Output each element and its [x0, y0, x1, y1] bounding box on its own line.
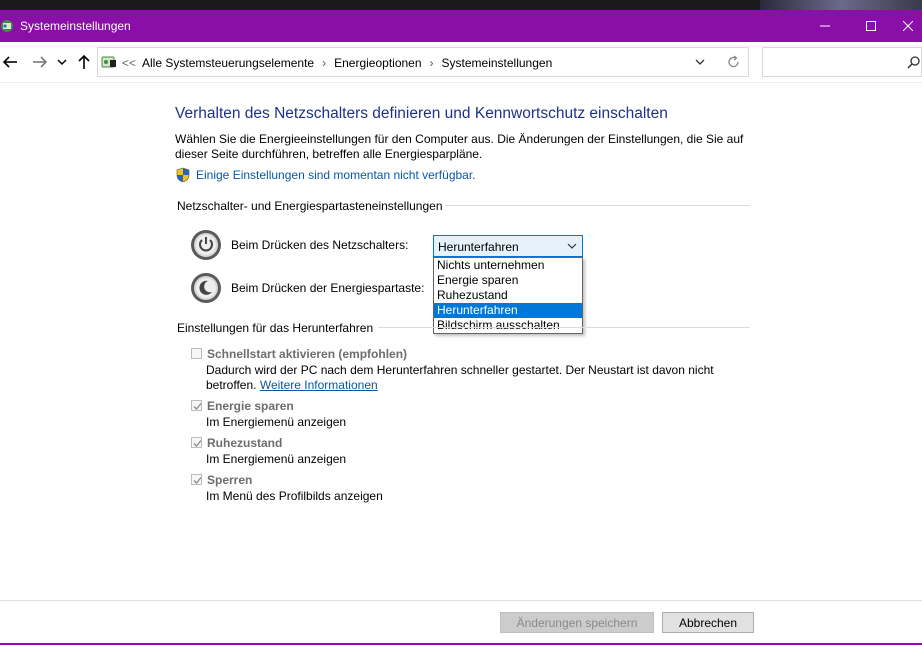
breadcrumb-item[interactable]: Energieoptionen [334, 56, 421, 70]
arrow-right-icon [33, 56, 48, 68]
sleep-label: Energie sparen [207, 399, 294, 413]
address-history-button[interactable] [694, 54, 708, 70]
breadcrumb-item[interactable]: Systemeinstellungen [442, 56, 553, 70]
page-title: Verhalten des Netzschalters definieren u… [175, 105, 668, 122]
checkmark-icon [193, 477, 202, 484]
chevron-down-icon [57, 59, 67, 66]
lock-description: Im Menü des Profilbilds anzeigen [206, 489, 383, 503]
power-button-action-options: Nichts unternehmen Energie sparen Ruhezu… [433, 257, 583, 334]
back-button[interactable] [0, 52, 20, 72]
hibernate-checkbox[interactable] [191, 437, 202, 448]
breadcrumb-separator[interactable]: › [322, 56, 326, 70]
minimize-icon [820, 25, 830, 27]
sleep-button-label: Beim Drücken der Energiespartaste: [231, 281, 425, 295]
close-button[interactable] [894, 10, 922, 42]
sleep-description: Im Energiemenü anzeigen [206, 415, 347, 429]
sleep-button-setting: Beim Drücken der Energiespartaste: [190, 272, 424, 304]
uac-shield-icon [175, 167, 191, 183]
lock-checkbox[interactable] [191, 474, 202, 485]
dropdown-option[interactable]: Energie sparen [434, 273, 582, 288]
breadcrumb-item[interactable]: Alle Systemsteuerungselemente [142, 56, 314, 70]
hibernate-label: Ruhezustand [207, 436, 283, 450]
chevron-down-icon [695, 59, 705, 65]
dropdown-option-selected[interactable]: Herunterfahren [434, 303, 582, 318]
sleep-button-icon [190, 272, 222, 304]
save-changes-button[interactable]: Änderungen speichern [500, 612, 654, 633]
recent-locations-button[interactable] [54, 52, 70, 72]
main-content: Verhalten des Netzschalters definieren u… [0, 83, 922, 600]
dropdown-option[interactable]: Nichts unternehmen [434, 258, 582, 273]
checkmark-icon [193, 440, 202, 447]
power-button-label: Beim Drücken des Netzschalters: [231, 238, 409, 252]
breadcrumb-separator[interactable]: › [430, 56, 434, 70]
arrow-left-icon [2, 56, 17, 68]
search-input[interactable] [763, 48, 905, 74]
title-bar[interactable]: Systemeinstellungen [0, 10, 922, 42]
window-title: Systemeinstellungen [20, 19, 131, 33]
sleep-checkbox[interactable] [191, 400, 202, 411]
arrow-up-icon [78, 54, 90, 69]
power-button-action-select[interactable]: Herunterfahren [433, 235, 583, 257]
unavailable-settings-link-text[interactable]: Einige Einstellungen sind momentan nicht… [196, 168, 476, 182]
maximize-icon [866, 21, 876, 31]
navigation-bar: << Alle Systemsteuerungselemente › Energieo… [0, 42, 922, 83]
forward-button[interactable] [30, 52, 50, 72]
checkmark-icon [193, 403, 202, 410]
up-button[interactable] [74, 52, 94, 72]
fast-startup-label: Schnellstart aktivieren (empfohlen) [207, 347, 408, 361]
fast-startup-checkbox[interactable] [191, 348, 202, 359]
fast-startup-desc-line: Dadurch wird der PC nach dem Herunterfah… [206, 363, 714, 377]
power-group-label: Netzschalter- und Energiespartasteneinst… [177, 199, 443, 213]
unavailable-settings-link[interactable]: Einige Einstellungen sind momentan nicht… [175, 167, 476, 183]
desktop-strip [0, 0, 922, 10]
dropdown-option[interactable]: Bildschirm ausschalten [434, 318, 582, 333]
description-line: Wählen Sie die Energieeinstellungen für … [175, 132, 744, 146]
close-icon [903, 21, 913, 31]
hibernate-description: Im Energiemenü anzeigen [206, 452, 347, 466]
footer-divider [0, 600, 922, 601]
lock-label: Sperren [207, 473, 253, 487]
breadcrumb-overflow[interactable]: << [122, 56, 136, 70]
fast-startup-desc-text: betroffen. [206, 378, 257, 392]
desktop-strip-highlight [760, 0, 922, 10]
control-panel-icon [101, 54, 117, 70]
group-divider [445, 205, 750, 206]
breadcrumb: << Alle Systemsteuerungselemente › Energieo… [122, 56, 552, 70]
search-icon[interactable] [907, 55, 921, 69]
cancel-button[interactable]: Abbrechen [662, 612, 754, 633]
page-description: Wählen Sie die Energieeinstellungen für … [175, 132, 755, 162]
maximize-button[interactable] [848, 10, 894, 42]
chevron-down-icon [567, 243, 577, 249]
control-panel-icon [0, 19, 14, 33]
refresh-button[interactable] [726, 54, 742, 70]
fast-startup-desc-line-2: betroffen. Weitere Informationen [206, 378, 714, 393]
group-divider [378, 327, 750, 328]
description-line: dieser Seite durchführen, betreffen alle… [175, 147, 483, 161]
power-button-setting: Beim Drücken des Netzschalters: [190, 229, 408, 261]
refresh-icon [728, 55, 739, 68]
fast-startup-description: Dadurch wird der PC nach dem Herunterfah… [206, 363, 714, 393]
shutdown-group-label: Einstellungen für das Herunterfahren [177, 321, 374, 335]
search-box[interactable] [762, 47, 922, 77]
power-button-action-value: Herunterfahren [438, 240, 519, 254]
power-button-icon [190, 229, 222, 261]
minimize-button[interactable] [802, 10, 848, 42]
dropdown-option[interactable]: Ruhezustand [434, 288, 582, 303]
address-bar[interactable]: << Alle Systemsteuerungselemente › Energieo… [97, 47, 749, 77]
more-info-link[interactable]: Weitere Informationen [260, 378, 378, 392]
